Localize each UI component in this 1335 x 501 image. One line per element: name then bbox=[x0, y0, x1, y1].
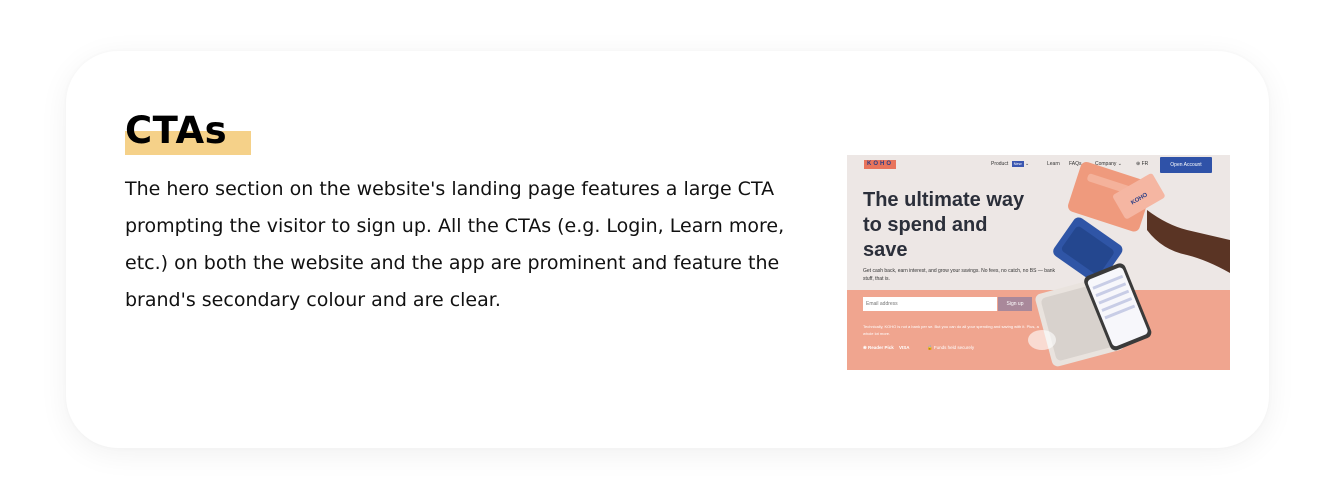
nav-product[interactable]: Product New ⌄ bbox=[991, 161, 1029, 167]
award-icon: ❀ bbox=[863, 345, 867, 350]
email-input[interactable] bbox=[863, 297, 997, 311]
heading-wrap: CTAs bbox=[125, 109, 251, 155]
nav-company-label: Company bbox=[1095, 161, 1117, 167]
content-card: CTAs The hero section on the website's l… bbox=[66, 51, 1269, 448]
koho-logo[interactable]: KOHO bbox=[864, 160, 896, 169]
visa-logo: VISA bbox=[899, 345, 910, 350]
section-description: The hero section on the website's landin… bbox=[125, 178, 785, 311]
hero-subtitle: Get cash back, earn interest, and grow y… bbox=[863, 268, 1056, 282]
fine-print: Technically, KOHO is not a bank per se. … bbox=[863, 324, 1039, 336]
language-toggle[interactable]: ⊕ FR bbox=[1136, 161, 1148, 167]
nav-company[interactable]: Company ⌄ bbox=[1095, 161, 1122, 167]
chevron-down-icon: ⌄ bbox=[1025, 161, 1030, 167]
funds-secure-note: 🔒 Funds held securely bbox=[927, 345, 974, 351]
new-badge: New bbox=[1011, 161, 1024, 167]
site-nav: KOHO Product New ⌄ Learn FAQs Company ⌄ … bbox=[847, 155, 1230, 175]
globe-icon: ⊕ bbox=[1136, 161, 1141, 167]
reader-pick-badge: ❀ Reader Pick bbox=[863, 345, 894, 351]
signup-button[interactable]: Sign up bbox=[998, 297, 1032, 311]
nav-learn[interactable]: Learn bbox=[1047, 161, 1060, 167]
reader-pick-label: Reader Pick bbox=[868, 345, 894, 350]
open-account-button[interactable]: Open Account bbox=[1160, 157, 1212, 173]
funds-secure-label: Funds held securely bbox=[933, 345, 975, 350]
section-title: CTAs bbox=[125, 109, 228, 152]
nav-product-label: Product bbox=[991, 161, 1009, 167]
chevron-down-icon: ⌄ bbox=[1117, 161, 1122, 167]
lock-icon: 🔒 bbox=[927, 345, 933, 350]
nav-faqs[interactable]: FAQs bbox=[1069, 161, 1082, 167]
website-screenshot: KOHO KOHO Product New ⌄ Learn FAQs Compa… bbox=[847, 155, 1230, 370]
hand-image bbox=[1147, 210, 1230, 273]
language-label: FR bbox=[1141, 161, 1149, 167]
hero-title: The ultimate way to spend and save bbox=[863, 189, 1025, 261]
